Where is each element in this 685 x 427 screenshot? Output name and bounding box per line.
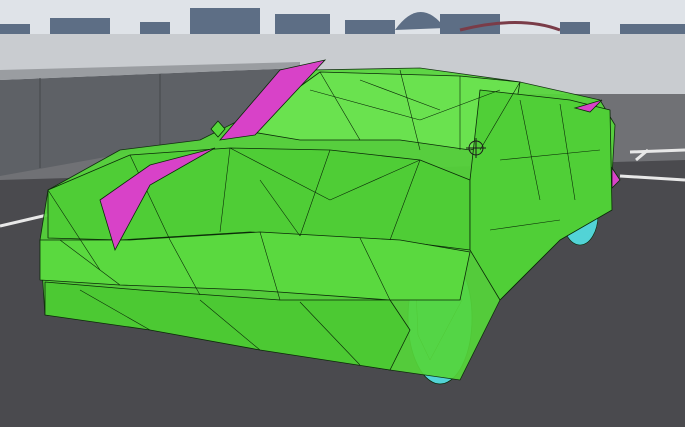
viewport-3d[interactable]: [0, 0, 685, 427]
scene-canvas: [0, 0, 685, 427]
